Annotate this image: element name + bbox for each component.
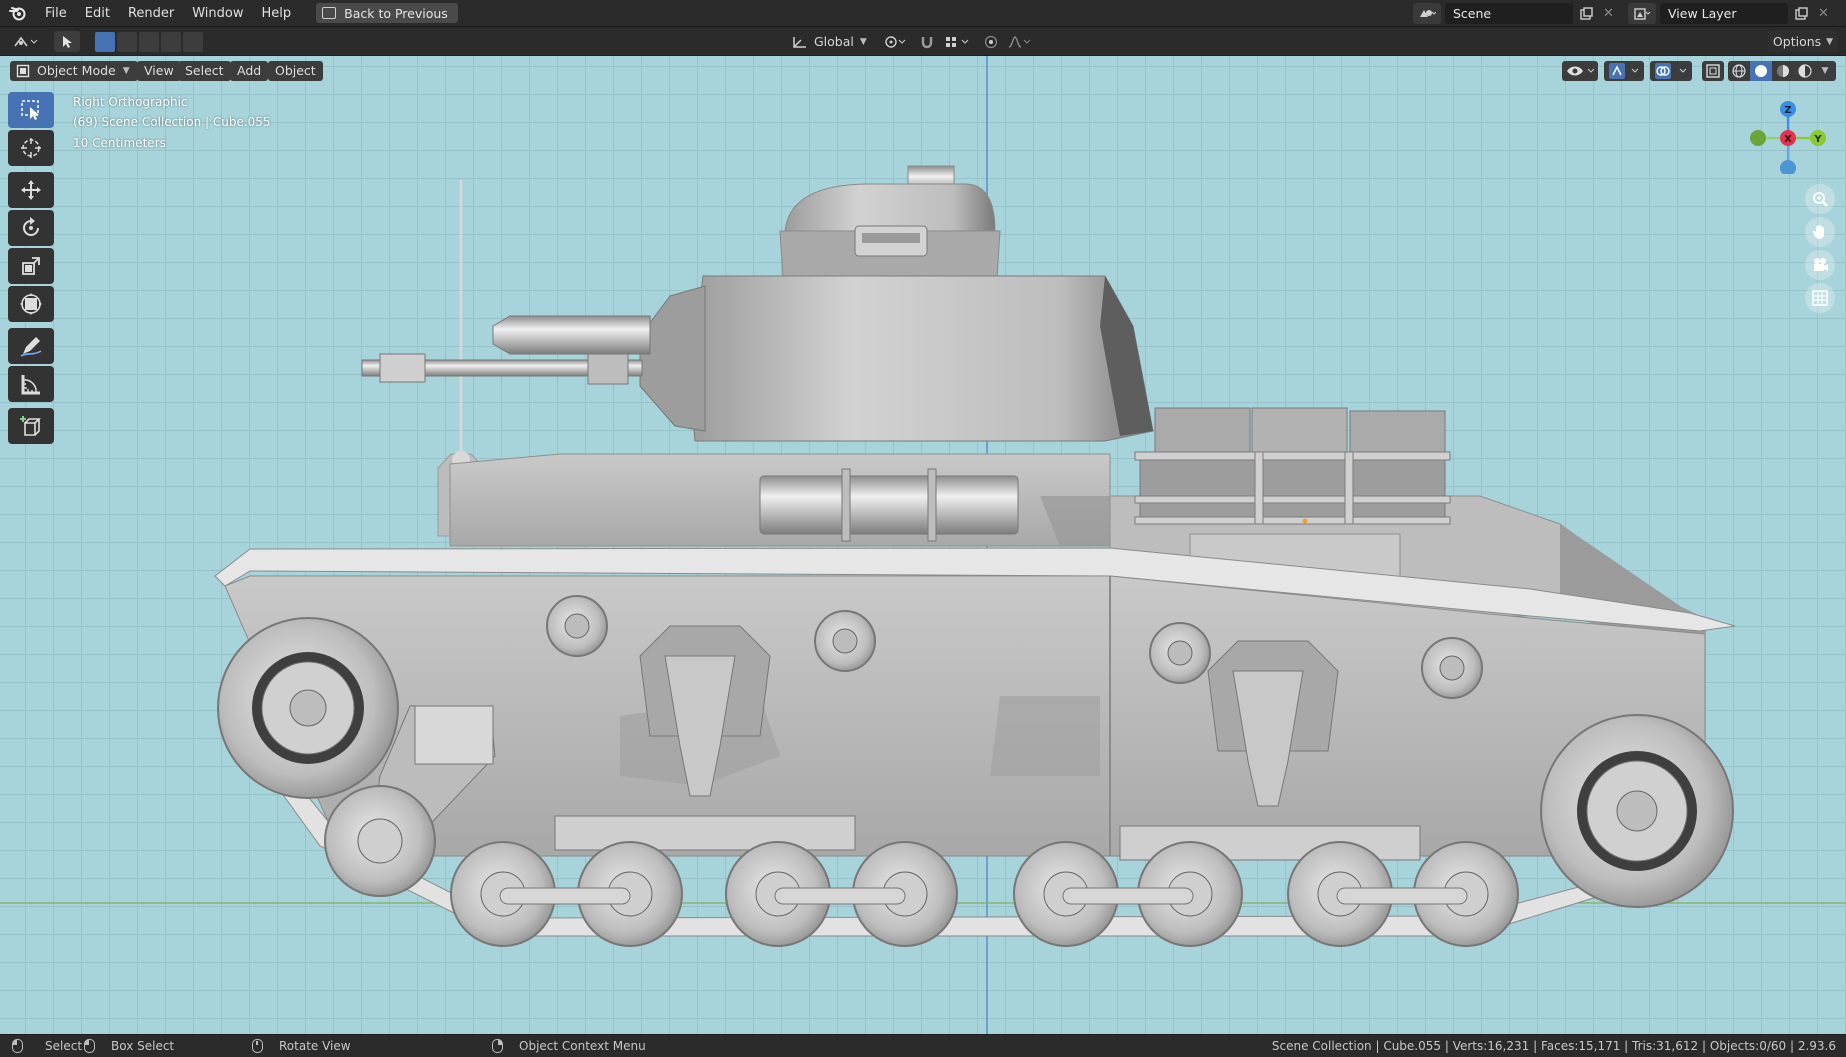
active-tool-icon[interactable] (54, 31, 80, 52)
pivot-point-icon[interactable] (880, 31, 910, 52)
view-layer-selector: View Layer ✕ (1628, 3, 1835, 24)
orientation-icon (793, 36, 806, 48)
3d-viewport[interactable]: Object Mode ▼ View Select Add Object ▼ R… (0, 56, 1846, 1034)
new-view-layer-icon[interactable] (1790, 3, 1812, 24)
selection-mode-group (95, 31, 203, 52)
select-difference-icon[interactable] (161, 31, 181, 52)
chevron-down-icon: ▼ (1826, 36, 1834, 47)
status-select-label: Select (45, 1039, 83, 1053)
back-screen-icon (322, 7, 337, 19)
left-mouse-icon (12, 1039, 23, 1053)
options-label: Options (1772, 34, 1822, 49)
scene-name-field[interactable]: Scene (1445, 3, 1573, 24)
snap-target-icon[interactable] (940, 31, 974, 52)
status-box-select: Box Select (84, 1039, 174, 1053)
middle-mouse-icon (252, 1039, 263, 1053)
menu-file[interactable]: File (36, 0, 76, 27)
new-scene-icon[interactable] (1575, 3, 1597, 24)
blender-logo-icon[interactable] (8, 3, 28, 23)
back-to-previous-button[interactable]: Back to Previous (316, 3, 458, 23)
menu-edit[interactable]: Edit (76, 0, 119, 27)
chevron-down-icon: ▼ (859, 36, 867, 47)
proportional-edit-icon[interactable] (980, 31, 1002, 52)
menu-window[interactable]: Window (183, 0, 252, 27)
view-layer-icon[interactable] (1628, 3, 1656, 24)
status-context-menu-label: Object Context Menu (519, 1039, 646, 1053)
status-rotate-view-label: Rotate View (279, 1039, 351, 1053)
close-view-layer-icon[interactable]: ✕ (1812, 6, 1835, 21)
snap-icon[interactable] (915, 31, 939, 52)
status-rotate-view: Rotate View (252, 1039, 351, 1053)
menu-help[interactable]: Help (253, 0, 301, 27)
status-bar: Select Box Select Rotate View Object Con… (0, 1034, 1846, 1057)
select-subtract-icon[interactable] (139, 31, 159, 52)
select-new-icon[interactable] (95, 31, 115, 52)
back-to-previous-label: Back to Previous (344, 5, 448, 21)
scene-icon[interactable] (1413, 3, 1441, 24)
scene-selector: Scene ✕ (1413, 3, 1620, 24)
drag-mouse-icon (84, 1039, 95, 1053)
menu-render[interactable]: Render (119, 0, 183, 27)
tool-header: Global ▼ Options ▼ (0, 27, 1846, 56)
editor-type-icon[interactable] (8, 31, 44, 52)
orientation-label: Global (814, 34, 854, 49)
select-extend-icon[interactable] (117, 31, 137, 52)
select-intersect-icon[interactable] (183, 31, 203, 52)
options-dropdown[interactable]: Options ▼ (1768, 31, 1838, 52)
top-menu-bar: File Edit Render Window Help Back to Pre… (0, 0, 1846, 27)
falloff-curve-icon[interactable] (1004, 31, 1034, 52)
status-box-select-label: Box Select (111, 1039, 175, 1053)
view-layer-name-field[interactable]: View Layer (1660, 3, 1788, 24)
scene-statistics: Scene Collection | Cube.055 | Verts:16,2… (1271, 1039, 1836, 1053)
status-context-menu: Object Context Menu (492, 1039, 646, 1053)
transform-orientation-dropdown[interactable]: Global ▼ (788, 31, 872, 52)
status-select: Select (12, 1039, 82, 1053)
tank-model[interactable] (0, 56, 1846, 1034)
close-scene-icon[interactable]: ✕ (1597, 6, 1620, 21)
right-mouse-icon (492, 1039, 503, 1053)
